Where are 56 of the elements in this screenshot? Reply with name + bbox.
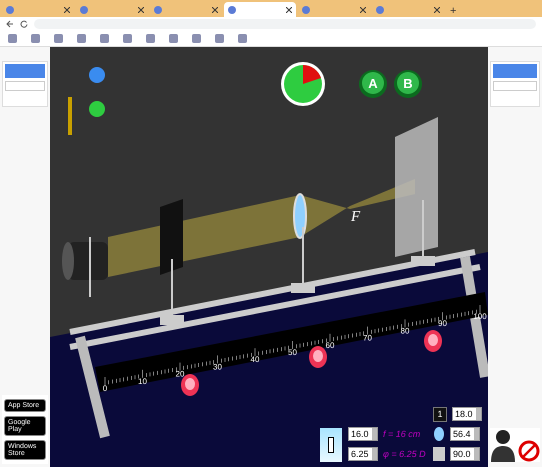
lens	[293, 193, 307, 239]
indicator-bar	[68, 97, 72, 135]
focus-label: F	[351, 209, 360, 225]
ruler-label: 90	[438, 319, 447, 328]
pie-indicator	[281, 62, 325, 106]
ruler-label: 50	[288, 348, 297, 357]
lens-icon	[433, 427, 445, 441]
screen-icon	[433, 447, 445, 461]
ruler-label: 40	[250, 355, 260, 364]
toggle-switch[interactable]	[320, 428, 342, 462]
optical-power-text: φ = 6.25 D	[383, 449, 427, 459]
browser-tab[interactable]	[224, 2, 296, 17]
ruler-label: 10	[138, 376, 147, 386]
close-icon[interactable]	[64, 6, 70, 12]
ad-button[interactable]	[493, 81, 537, 91]
close-icon[interactable]	[286, 6, 292, 12]
bookmark-icon[interactable]	[215, 34, 224, 42]
rail-carriage[interactable]	[411, 200, 435, 266]
position-marker[interactable]	[309, 346, 327, 368]
ruler-label: 20	[176, 370, 184, 379]
no-entry-icon[interactable]	[518, 440, 540, 462]
position-marker[interactable]	[424, 330, 442, 352]
focal-length-field[interactable]: 16.0	[348, 427, 378, 441]
ruler-label: 30	[213, 362, 222, 372]
back-icon[interactable]	[6, 20, 14, 28]
bookmark-icon[interactable]	[123, 34, 132, 42]
ruler-label: 100	[473, 312, 487, 321]
bookmark-icon[interactable]	[192, 34, 201, 42]
ruler-label: 0	[102, 384, 108, 393]
new-tab-button[interactable]: +	[446, 5, 460, 17]
close-icon[interactable]	[360, 6, 366, 12]
object-position-field[interactable]: 18.0	[452, 407, 482, 421]
bookmark-icon[interactable]	[54, 34, 63, 42]
bookmark-icon[interactable]	[77, 34, 86, 42]
ruler-label: 70	[363, 334, 372, 343]
ruler-label: 80	[400, 326, 410, 336]
person-icon[interactable]	[490, 428, 516, 462]
ad-button[interactable]	[5, 81, 45, 91]
focal-length-text: f = 16 cm	[383, 429, 422, 439]
close-icon[interactable]	[434, 6, 440, 12]
object-number: 1	[433, 406, 447, 422]
lens-position-field[interactable]: 56.4	[450, 427, 480, 441]
close-icon[interactable]	[138, 6, 144, 12]
ruler-label: 60	[326, 340, 334, 350]
bookmark-icon[interactable]	[8, 34, 17, 42]
optical-power-field[interactable]: 6.25	[348, 447, 378, 461]
reload-icon[interactable]	[20, 20, 28, 28]
bookmark-icon[interactable]	[169, 34, 178, 42]
lamp	[62, 242, 108, 280]
screen-position-field[interactable]: 90.0	[450, 447, 480, 461]
bookmark-icon[interactable]	[31, 34, 40, 42]
bookmark-icon[interactable]	[146, 34, 155, 42]
bookmark-icon[interactable]	[100, 34, 109, 42]
rail-carriage[interactable]	[291, 227, 315, 293]
close-icon[interactable]	[212, 6, 218, 12]
bookmark-icon[interactable]	[238, 34, 247, 42]
